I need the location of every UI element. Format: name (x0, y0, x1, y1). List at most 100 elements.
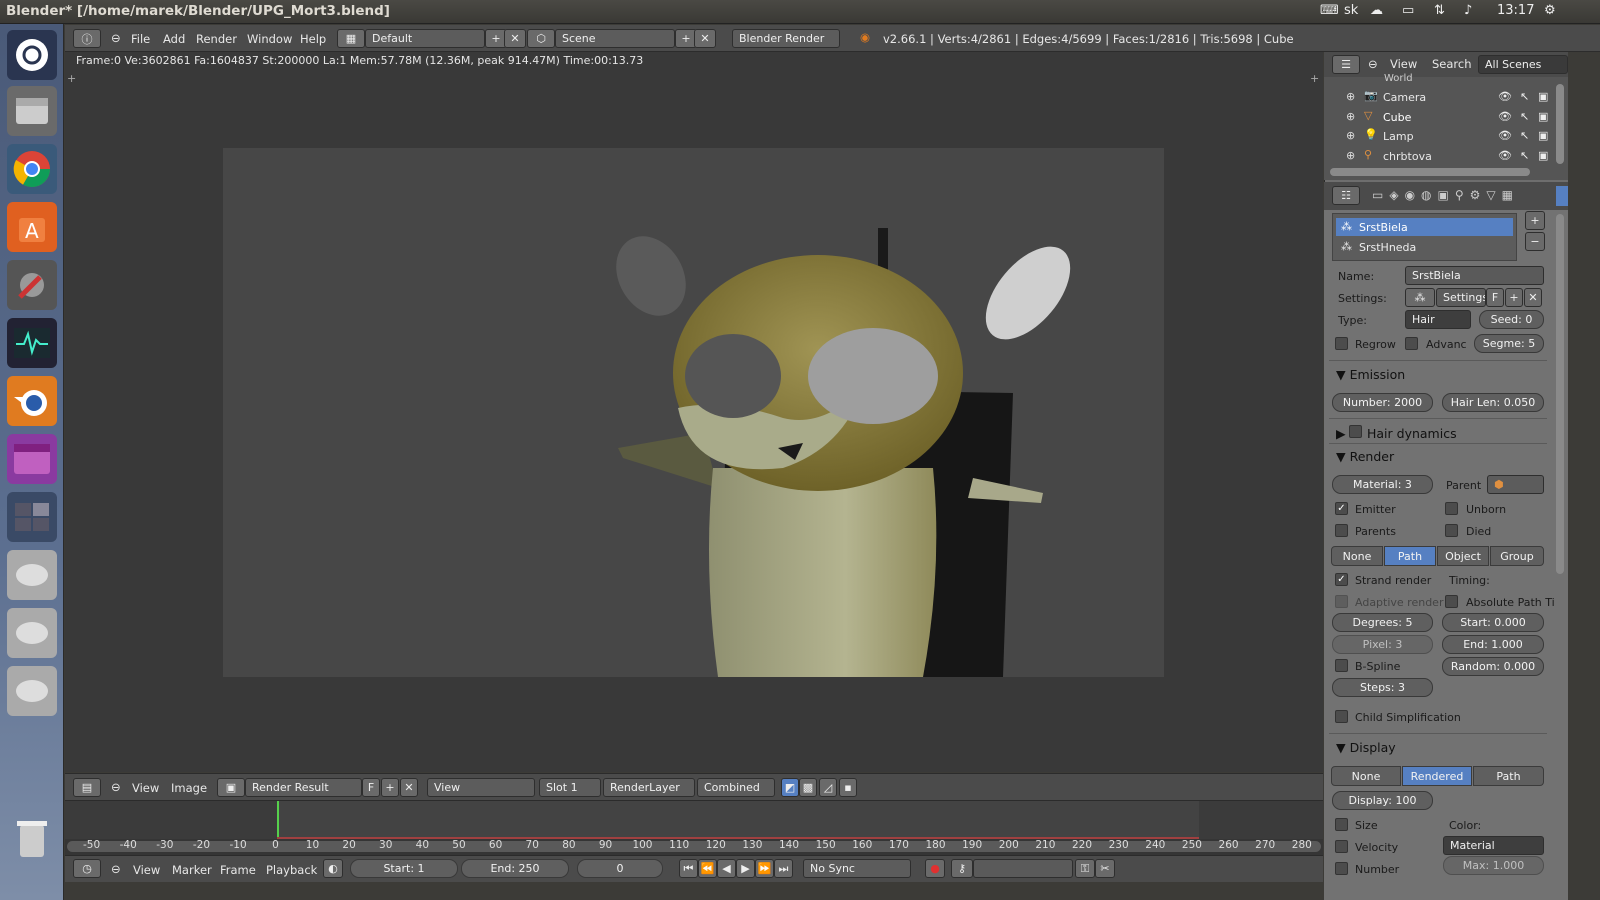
drive-icon[interactable] (7, 666, 57, 716)
visibility-eye-icon[interactable]: 👁 (1498, 149, 1512, 162)
slot-select[interactable]: Slot 1 (539, 778, 601, 797)
layout-icon[interactable]: ▦ (337, 29, 365, 48)
outliner-scrollbar[interactable] (1330, 168, 1530, 176)
outliner-item[interactable]: ⊕ 💡 Lamp 👁 ↖ ▣ (1330, 128, 1560, 146)
render-panel-header[interactable]: ▼ Render (1336, 449, 1394, 464)
system-monitor-icon[interactable] (7, 318, 57, 368)
collapse-icon[interactable]: ⊖ (1368, 57, 1378, 71)
menu-add[interactable]: Add (163, 32, 185, 46)
image-browse-icon[interactable]: ▣ (217, 778, 245, 797)
menu-image[interactable]: Image (171, 781, 207, 795)
render-mode-none[interactable]: None (1331, 546, 1383, 566)
editor-type-icon[interactable]: ▤ (73, 778, 101, 797)
collapse-icon[interactable]: ⊖ (111, 31, 121, 45)
render-engine-select[interactable]: Blender Render (732, 29, 840, 48)
hair-dynamics-checkbox[interactable] (1349, 425, 1362, 438)
size-checkbox[interactable] (1335, 818, 1348, 831)
expand-icon[interactable]: ⊕ (1346, 90, 1355, 103)
properties-scrollbar[interactable] (1556, 214, 1564, 574)
display-panel-header[interactable]: ▼ Display (1336, 740, 1396, 755)
insert-key-icon[interactable]: ⚿ (1075, 859, 1095, 878)
files-icon[interactable] (7, 86, 57, 136)
menu-view[interactable]: View (133, 863, 160, 877)
unlink-image-icon[interactable]: ✕ (400, 778, 418, 797)
settings-field[interactable]: Settings (1436, 288, 1486, 307)
visibility-eye-icon[interactable]: 👁 (1498, 129, 1512, 142)
max-field[interactable]: Max: 1.000 (1443, 856, 1544, 875)
scene-select[interactable]: Scene (555, 29, 675, 48)
steps-field[interactable]: Steps: 3 (1332, 678, 1433, 697)
draw-channels-icon[interactable]: ◩ (781, 778, 799, 797)
battery-icon[interactable]: ▭ (1402, 3, 1414, 18)
outliner-item[interactable]: ⊕ ▽ Cube 👁 ↖ ▣ (1330, 109, 1560, 127)
emission-panel-header[interactable]: ▼ Emission (1336, 367, 1405, 382)
keying-set-field[interactable] (973, 859, 1073, 878)
gear-icon[interactable]: ⚙ (1544, 3, 1556, 18)
prev-keyframe-icon[interactable]: ⏪ (698, 859, 717, 878)
cloud-icon[interactable]: ☁ (1370, 3, 1383, 18)
editor-type-icon[interactable]: ☰ (1332, 55, 1360, 74)
number-checkbox[interactable] (1335, 862, 1348, 875)
expand-icon[interactable]: ⊕ (1346, 129, 1355, 142)
pin-icon[interactable]: ▪ (839, 778, 857, 797)
adaptive-render-checkbox[interactable] (1335, 595, 1348, 608)
menu-frame[interactable]: Frame (220, 863, 256, 877)
curve-icon[interactable]: ◿ (819, 778, 837, 797)
corner-plus-icon[interactable]: + (1310, 72, 1319, 85)
display-amount-field[interactable]: Display: 100 (1332, 791, 1433, 810)
material-field[interactable]: Material: 3 (1332, 475, 1433, 494)
alpha-icon[interactable]: ▩ (799, 778, 817, 797)
menu-window[interactable]: Window (247, 32, 292, 46)
menu-search[interactable]: Search (1432, 57, 1472, 71)
segments-field[interactable]: Segme: 5 (1474, 334, 1544, 353)
child-simplification-checkbox[interactable] (1335, 710, 1348, 723)
outliner-item-label[interactable]: Camera (1383, 91, 1426, 104)
visibility-eye-icon[interactable]: 👁 (1498, 90, 1512, 103)
editor-type-icon[interactable]: ◷ (73, 859, 101, 878)
expand-icon[interactable]: ⊕ (1346, 110, 1355, 123)
outliner-world[interactable]: World (1384, 73, 1413, 84)
number-field[interactable]: Number: 2000 (1332, 393, 1433, 412)
current-frame-field[interactable]: 0 (577, 859, 663, 878)
outliner-item-label[interactable]: Cube (1383, 111, 1411, 124)
velocity-checkbox[interactable] (1335, 840, 1348, 853)
image-name-field[interactable]: Render Result (245, 778, 362, 797)
menu-view[interactable]: View (132, 781, 159, 795)
record-icon[interactable]: ● (925, 859, 945, 878)
current-frame-marker[interactable] (277, 801, 279, 837)
menu-view[interactable]: View (1390, 57, 1417, 71)
selectable-icon[interactable]: ↖ (1520, 110, 1529, 123)
next-keyframe-icon[interactable]: ⏩ (755, 859, 774, 878)
start-frame-field[interactable]: Start: 1 (350, 859, 458, 878)
render-mode-path[interactable]: Path (1384, 546, 1436, 566)
ubuntu-icon[interactable] (7, 30, 57, 80)
strand-render-checkbox[interactable]: ✓ (1335, 573, 1348, 586)
jump-start-icon[interactable]: ⏮ (679, 859, 698, 878)
editor-type-icon[interactable]: ☷ (1332, 186, 1360, 205)
visibility-eye-icon[interactable]: 👁 (1498, 110, 1512, 123)
name-field[interactable]: SrstBiela (1405, 266, 1544, 285)
outliner-item[interactable]: ⊕ 📷 Camera 👁 ↖ ▣ (1330, 89, 1560, 107)
keyboard-icon[interactable]: ⌨ (1320, 3, 1339, 18)
absolute-path-checkbox[interactable] (1445, 595, 1458, 608)
list-item-label[interactable]: SrstBiela (1359, 221, 1408, 234)
add-slot-icon[interactable]: + (1525, 211, 1545, 230)
new-image-icon[interactable]: + (381, 778, 399, 797)
end-frame-field[interactable]: End: 250 (461, 859, 569, 878)
display-mode-select[interactable]: All Scenes (1478, 55, 1568, 74)
renderable-icon[interactable]: ▣ (1538, 129, 1548, 142)
chrome-icon[interactable] (7, 144, 57, 194)
fake-user-button[interactable]: F (362, 778, 380, 797)
parents-checkbox[interactable] (1335, 524, 1348, 537)
sync-mode-select[interactable]: No Sync (803, 859, 911, 878)
display-mode-path[interactable]: Path (1473, 766, 1544, 786)
unborn-checkbox[interactable] (1445, 502, 1458, 515)
timing-end-field[interactable]: End: 1.000 (1442, 635, 1544, 654)
clock[interactable]: 13:17 (1497, 3, 1534, 18)
degrees-field[interactable]: Degrees: 5 (1332, 613, 1433, 632)
died-checkbox[interactable] (1445, 524, 1458, 537)
jump-end-icon[interactable]: ⏭ (774, 859, 793, 878)
outliner-item[interactable]: ⊕ ⚲ chrbtova 👁 ↖ ▣ (1330, 148, 1560, 166)
workspace-icon[interactable] (7, 492, 57, 542)
unlink-settings-icon[interactable]: ✕ (1524, 288, 1542, 307)
